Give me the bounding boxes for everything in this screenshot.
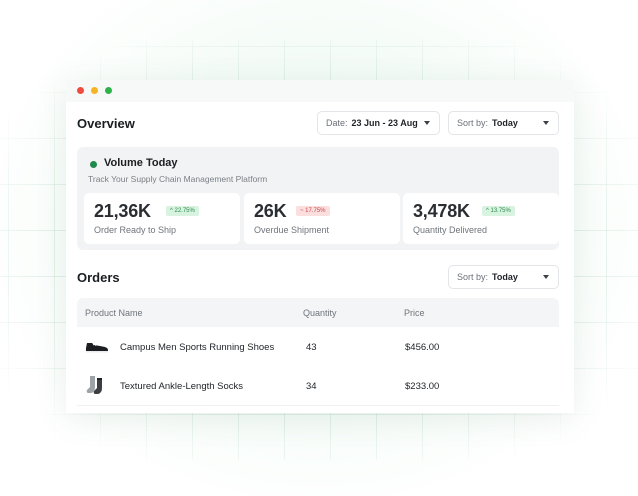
window-titlebar (66, 80, 574, 102)
product-name: Campus Men Sports Running Shoes (120, 342, 275, 353)
trend-badge: ^ 22.75% (166, 206, 199, 216)
product-quantity: 43 (306, 342, 317, 353)
stat-value: 21,36K (94, 201, 151, 221)
orders-sort-select[interactable]: Sort by: Today (448, 265, 559, 289)
date-filter-value: 23 Jun - 23 Aug (351, 118, 418, 128)
chevron-down-icon (543, 275, 549, 279)
volume-title: Volume Today (104, 157, 178, 169)
product-quantity: 34 (306, 381, 317, 392)
stat-value: 3,478K (413, 201, 470, 221)
table-header: Product Name Quantity Price (77, 298, 559, 327)
stat-caption: Quantity Delivered (413, 225, 488, 235)
volume-today-panel: Volume Today Track Your Supply Chain Man… (77, 147, 559, 250)
chevron-down-icon (543, 121, 549, 125)
date-filter-label: Date: (326, 118, 348, 128)
overview-sort-value: Today (492, 118, 518, 128)
trend-badge: ~ 17.75% (296, 206, 330, 216)
maximize-window-button[interactable] (105, 87, 112, 94)
table-row[interactable]: Textured Ankle-Length Socks 34 $233.00 (77, 366, 559, 406)
overview-sort-label: Sort by: (457, 118, 489, 128)
shoe-icon (86, 343, 108, 353)
stat-caption: Overdue Shipment (254, 225, 330, 235)
orders-table: Product Name Quantity Price Campus Men S… (77, 298, 559, 413)
product-price: $456.00 (405, 342, 440, 353)
stat-card-overdue[interactable]: 26K ~ 17.75% Overdue Shipment (244, 193, 400, 244)
orders-sort-label: Sort by: (457, 272, 489, 282)
product-name: Textured Ankle-Length Socks (120, 381, 244, 392)
product-price: $233.00 (405, 381, 440, 392)
overview-sort-select[interactable]: Sort by: Today (448, 111, 559, 135)
column-header-product[interactable]: Product Name (85, 308, 143, 318)
stat-card-ready-to-ship[interactable]: 21,36K ^ 22.75% Order Ready to Ship (84, 193, 240, 244)
orders-sort-value: Today (492, 272, 518, 282)
volume-subtitle: Track Your Supply Chain Management Platf… (88, 174, 268, 184)
column-header-quantity[interactable]: Quantity (303, 308, 337, 318)
table-row[interactable]: Campus Men Sports Running Shoes 43 $456.… (77, 327, 559, 367)
dashboard-window: Overview Date: 23 Jun - 23 Aug Sort by: … (66, 80, 574, 413)
date-filter-select[interactable]: Date: 23 Jun - 23 Aug (317, 111, 440, 135)
chevron-down-icon (424, 121, 430, 125)
socks-icon (86, 376, 102, 394)
close-window-button[interactable] (77, 87, 84, 94)
trend-badge: ^ 13.75% (482, 206, 515, 216)
minimize-window-button[interactable] (91, 87, 98, 94)
column-header-price[interactable]: Price (404, 308, 425, 318)
stat-card-delivered[interactable]: 3,478K ^ 13.75% Quantity Delivered (403, 193, 559, 244)
orders-title: Orders (77, 270, 120, 285)
overview-title: Overview (77, 116, 135, 131)
status-dot-icon (90, 161, 97, 168)
stat-caption: Order Ready to Ship (94, 225, 177, 235)
stat-value: 26K (254, 201, 287, 221)
